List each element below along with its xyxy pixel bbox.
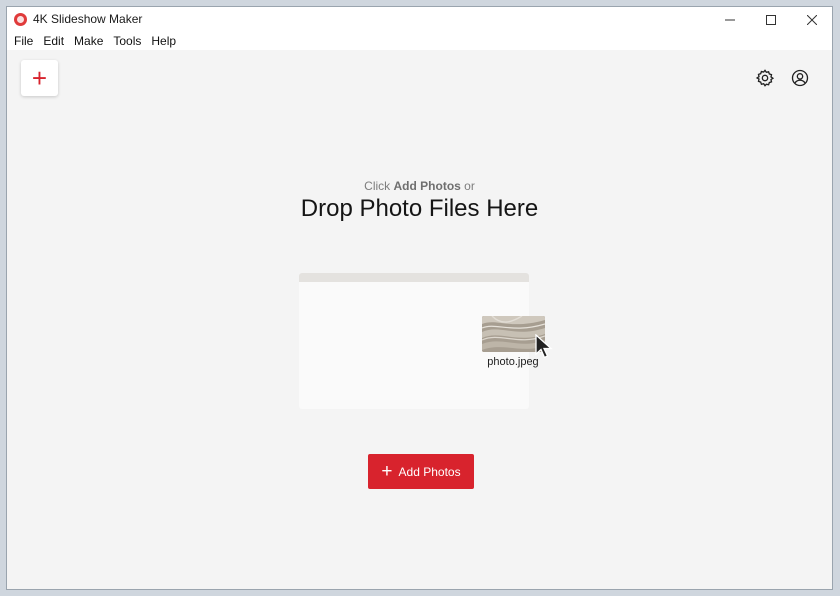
close-button[interactable] bbox=[791, 7, 832, 32]
app-logo-icon bbox=[14, 13, 27, 26]
minimize-button[interactable] bbox=[709, 7, 750, 32]
plus-icon: + bbox=[31, 63, 48, 93]
account-icon[interactable] bbox=[790, 68, 810, 88]
hint-suffix: or bbox=[460, 179, 475, 193]
gear-icon[interactable] bbox=[755, 68, 775, 88]
menu-edit[interactable]: Edit bbox=[43, 34, 64, 48]
plus-icon: + bbox=[381, 461, 393, 482]
drop-hint: Click Add Photos or bbox=[7, 179, 832, 193]
title-bar: 4K Slideshow Maker bbox=[7, 7, 832, 32]
add-photos-label: Add Photos bbox=[398, 464, 461, 479]
hint-prefix: Click bbox=[364, 179, 394, 193]
maximize-button[interactable] bbox=[750, 7, 791, 32]
menu-tools[interactable]: Tools bbox=[113, 34, 141, 48]
window-controls bbox=[709, 7, 832, 32]
main-area[interactable]: + Click Add Photos or Drop Photo Files H… bbox=[7, 50, 832, 589]
hint-add-photos: Add Photos bbox=[393, 179, 461, 193]
menu-bar: File Edit Make Tools Help bbox=[7, 32, 832, 50]
illustration-window-bar bbox=[299, 273, 529, 282]
close-icon bbox=[806, 14, 817, 25]
add-photos-button[interactable]: + Add Photos bbox=[368, 454, 474, 489]
drop-illustration: photo.jpeg bbox=[299, 273, 553, 409]
menu-help[interactable]: Help bbox=[151, 34, 176, 48]
app-title: 4K Slideshow Maker bbox=[33, 12, 143, 26]
app-window: 4K Slideshow Maker File Edit Make Tools … bbox=[6, 6, 833, 590]
menu-file[interactable]: File bbox=[14, 34, 33, 48]
photo-file-label: photo.jpeg bbox=[487, 356, 539, 368]
drop-headline: Drop Photo Files Here bbox=[300, 195, 539, 222]
maximize-icon bbox=[765, 14, 776, 25]
new-project-button[interactable]: + bbox=[21, 60, 58, 96]
menu-make[interactable]: Make bbox=[74, 34, 103, 48]
minimize-icon bbox=[724, 19, 735, 20]
